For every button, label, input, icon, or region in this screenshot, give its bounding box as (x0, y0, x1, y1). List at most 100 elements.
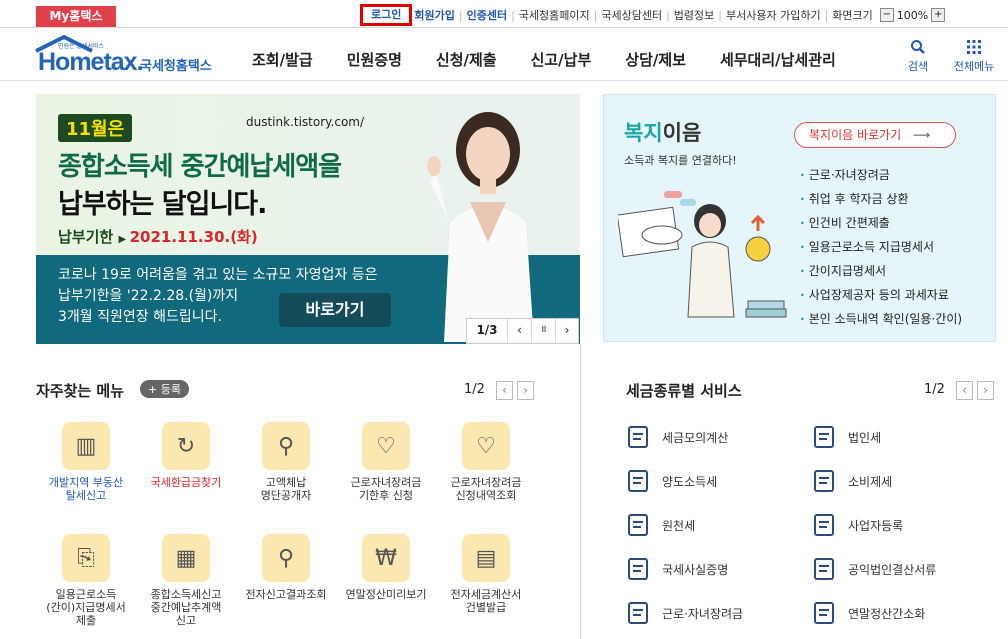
banner-page-indicator: 1/3 (476, 323, 498, 337)
favorite-item[interactable]: ▥ 개발지역 부동산 탈세신고 (36, 422, 136, 502)
login-link[interactable]: 로그인 (360, 4, 413, 26)
favorite-item-label: 근로자녀장려금 신청내역조회 (450, 476, 522, 502)
tax-service-item[interactable]: 양도소득세 (626, 469, 717, 493)
tax-service-item[interactable]: 연말정산간소화 (812, 601, 925, 625)
doc-edit-icon (628, 470, 648, 492)
tax-service-item[interactable]: 법인세 (812, 425, 881, 449)
favorite-item[interactable]: ♡ 근로자녀장려금 기한후 신청 (336, 422, 436, 502)
welfare-title-b: 이음 (662, 121, 702, 145)
welfare-subtitle: 소득과 복지를 연결하다! (624, 154, 737, 167)
logo-subtitle: 국세청홈택스 (140, 59, 212, 74)
tax-service-item[interactable]: 국세사실증명 (626, 557, 728, 581)
favorite-item-label: 국세환급금찾기 (150, 476, 222, 489)
welfare-item[interactable]: 근로·자녀장려금 (800, 163, 962, 187)
nav-item-filing[interactable]: 신고/납부 (531, 49, 592, 70)
diamond-icon (814, 470, 834, 492)
favorite-item-label: 전자신고결과조회 (245, 588, 327, 601)
nts-homepage-link[interactable]: 국세청홈페이지 (519, 7, 590, 23)
favorite-item-label: 종합소득세신고 중간예납추계액 신고 (150, 588, 222, 627)
tax-services-title: 세금종류별 서비스 (626, 382, 742, 400)
welfare-item[interactable]: 사업장제공자 등의 과세자료 (800, 283, 962, 307)
zoom-out-button[interactable]: − (879, 8, 894, 22)
favorites-page-indicator: 1/2 (464, 382, 485, 397)
nav-item-application[interactable]: 신청/제출 (436, 49, 497, 70)
favorite-item-label: 고액체납 명단공개자 (260, 476, 312, 502)
hometax-logo[interactable]: 민원은 날세서비스 Hometax. 국세청홈택스 (34, 35, 224, 76)
my-hometax-button[interactable]: My홈택스 (36, 6, 116, 27)
favorite-item-label: 개발지역 부동산 탈세신고 (48, 476, 124, 502)
search-button[interactable]: 검색 (898, 39, 938, 74)
refund-search-icon: ↻ (162, 422, 210, 470)
cert-center-link[interactable]: 인증센터 (467, 7, 507, 23)
tax-service-item[interactable]: 세금모의계산 (626, 425, 728, 449)
favorite-item[interactable]: ⚲ 고액체납 명단공개자 (236, 422, 336, 502)
favorite-item[interactable]: ₩ 연말정산미리보기 (336, 534, 436, 601)
nav-item-inquiry[interactable]: 조회/발급 (252, 49, 313, 70)
nav-item-agent[interactable]: 세무대리/납세관리 (720, 49, 836, 70)
main-banner[interactable]: 11월은 dustink.tistory.com/ 종합소득세 중간예납세액을 … (36, 94, 580, 344)
nav-item-certificate[interactable]: 민원증명 (347, 49, 402, 70)
dept-user-signup-link[interactable]: 부서사용자 가입하기 (726, 7, 821, 23)
signup-link[interactable]: 회원가입 (414, 7, 454, 23)
top-links: 로그인 회원가입 | 인증센터 | 국세청홈페이지 | 국세상담센터 | 법령정… (360, 4, 948, 26)
tax-service-item[interactable]: 사업자등록 (812, 513, 903, 537)
heart-hand-icon (628, 602, 648, 624)
favorite-item-label: 일용근로소득 (간이)지급명세서 제출 (46, 588, 126, 627)
invoice-doc-icon: ▤ (462, 534, 510, 582)
banner-next-button[interactable]: › (555, 319, 578, 343)
all-menu-label: 전체메뉴 (953, 60, 995, 73)
welfare-item[interactable]: 취업 후 학자금 상환 (800, 187, 962, 211)
calendar-doc-icon: ▦ (162, 534, 210, 582)
top-utility-bar: My홈택스 로그인 회원가입 | 인증센터 | 국세청홈페이지 | 국세상담센터… (0, 0, 1008, 28)
favorite-item[interactable]: ⚲ 전자신고결과조회 (236, 534, 336, 601)
welfare-item[interactable]: 일용근로소득 지급명세서 (800, 235, 962, 259)
grid-icon (967, 40, 981, 54)
tax-service-item[interactable]: 공익법인결산서류 (812, 557, 936, 581)
welfare-title: 복지이음 (624, 117, 701, 147)
consult-center-link[interactable]: 국세상담센터 (601, 7, 662, 23)
nav-item-consult[interactable]: 상담/제보 (625, 49, 686, 70)
law-info-link[interactable]: 법령정보 (674, 7, 714, 23)
tax-services-next-button[interactable]: › (977, 381, 994, 400)
welfare-item[interactable]: 본인 소득내역 확인(일용·간이) (800, 307, 962, 331)
favorites-next-button[interactable]: › (517, 381, 534, 400)
favorite-item[interactable]: ↻ 국세환급금찾기 (136, 422, 236, 489)
banner-prev-button[interactable]: ‹ (507, 319, 531, 343)
banner-pager: 1/3 ‹ ॥ › (466, 318, 579, 344)
tax-service-item[interactable]: 소비제세 (812, 469, 892, 493)
tax-service-label: 양도소득세 (662, 474, 718, 489)
favorite-item[interactable]: ▤ 전자세금계산서 건별발급 (436, 534, 536, 614)
tax-service-label: 소비제세 (848, 474, 893, 489)
favorite-item[interactable]: ▦ 종합소득세신고 중간예납추계액 신고 (136, 534, 236, 627)
model-person-illustration (427, 112, 534, 342)
favorite-item-label: 근로자녀장려금 기한후 신청 (350, 476, 422, 502)
doc-lines-icon (628, 558, 648, 580)
welfare-go-button[interactable]: 복지이음 바로가기 ⟶ (794, 122, 956, 148)
heart-child-search-icon: ♡ (462, 422, 510, 470)
screen-size-label: 화면크기 (832, 9, 873, 22)
section-divider (580, 344, 581, 639)
favorite-item[interactable]: ⎘ 일용근로소득 (간이)지급명세서 제출 (36, 534, 136, 627)
favorites-prev-button[interactable]: ‹ (496, 381, 513, 400)
banner-go-button[interactable]: 바로가기 (279, 293, 391, 327)
person-icon (814, 514, 834, 536)
banner-pause-button[interactable]: ॥ (531, 319, 555, 343)
zoom-in-button[interactable]: + (931, 8, 946, 22)
zoom-level: 100% (896, 8, 929, 22)
all-menu-button[interactable]: 전체메뉴 (946, 39, 1002, 74)
welfare-item[interactable]: 간이지급명세서 (800, 259, 962, 283)
deadline-date: 2021.11.30.(화) (129, 228, 258, 246)
tax-services-prev-button[interactable]: ‹ (956, 381, 973, 400)
tax-service-label: 연말정산간소화 (848, 606, 926, 621)
welfare-go-label: 복지이음 바로가기 (809, 128, 902, 142)
welfare-item[interactable]: 인건비 간편제출 (800, 211, 962, 235)
banner-notice-line-1: 코로나 19로 어려움을 겪고 있는 소규모 자영업자 등은 (58, 267, 378, 283)
favorites-add-button[interactable]: + 등록 (140, 380, 189, 398)
tax-service-item[interactable]: 원천세 (626, 513, 695, 537)
favorite-item[interactable]: ♡ 근로자녀장려금 신청내역조회 (436, 422, 536, 502)
clipboard-check-icon (814, 558, 834, 580)
money-bag-icon: ₩ (362, 534, 410, 582)
zoom-control: − 100% + (877, 8, 948, 22)
tax-service-item[interactable]: 근로·자녀장려금 (626, 601, 743, 625)
building-icon (814, 426, 834, 448)
